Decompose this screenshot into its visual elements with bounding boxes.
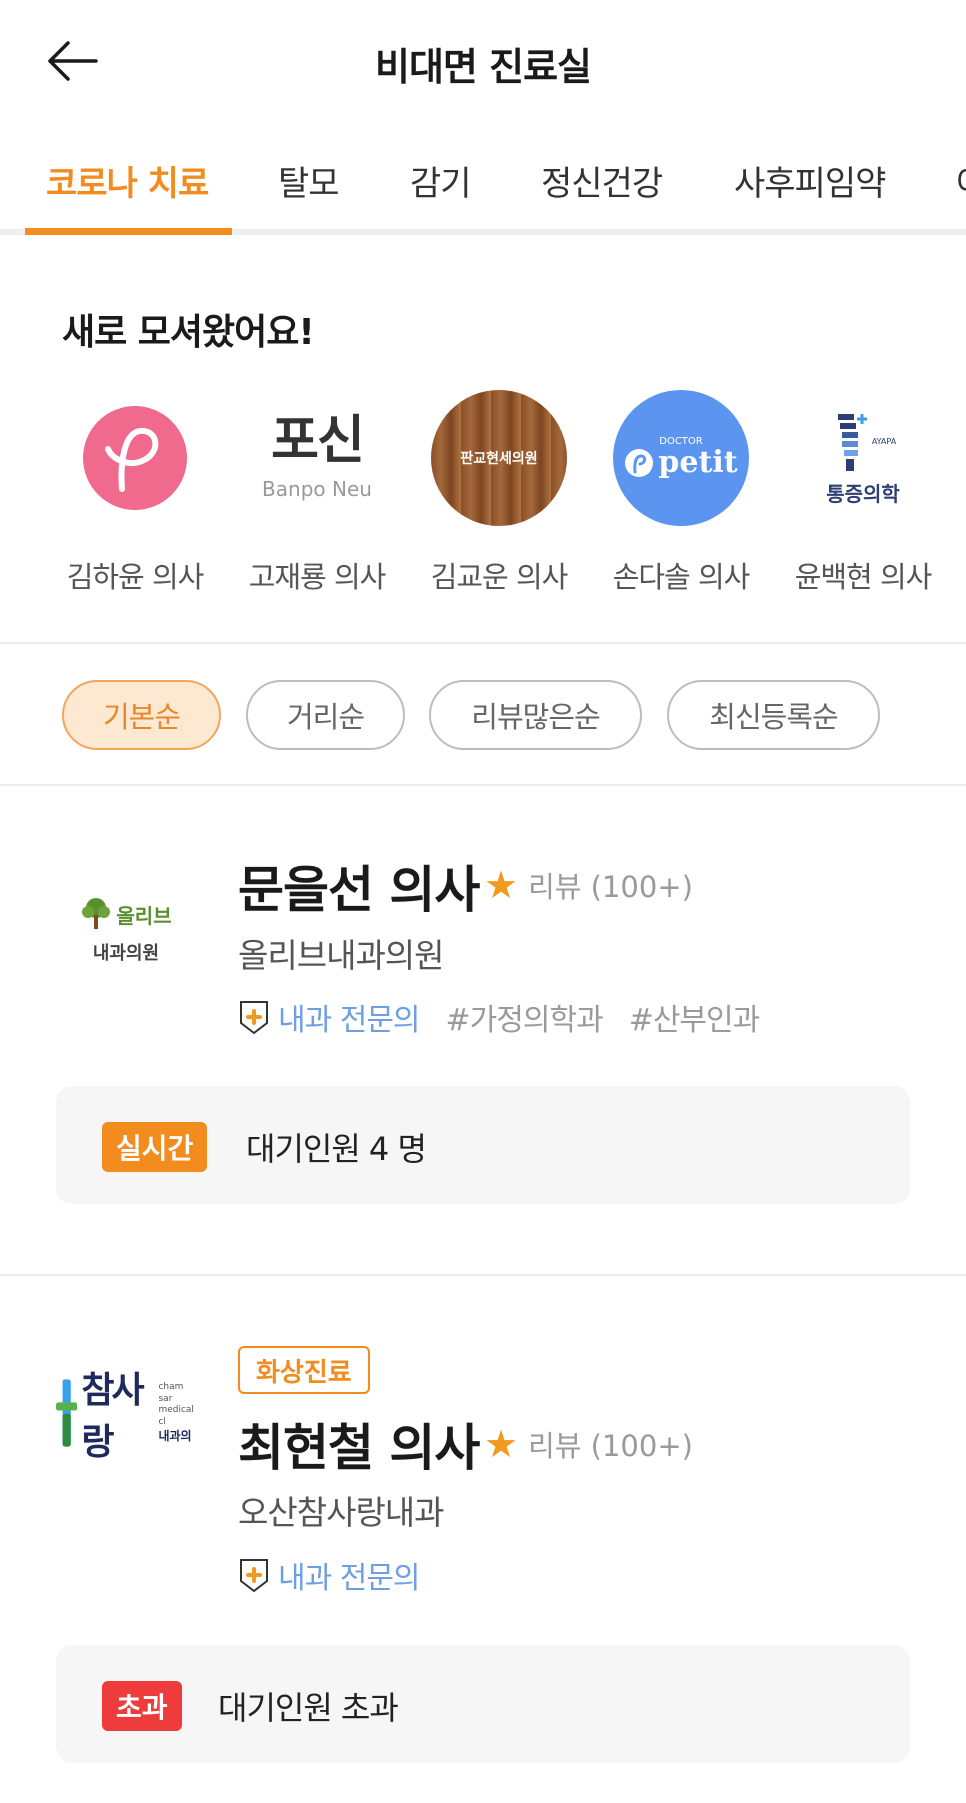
tab-covid[interactable]: 코로나 치료 bbox=[46, 156, 209, 205]
section-divider bbox=[0, 1274, 966, 1276]
specialist-badge-icon bbox=[240, 1559, 268, 1593]
doctor-avatar: AYAPA 통증의학 bbox=[795, 390, 931, 526]
doctor-avatar: DOCTOR petit bbox=[613, 390, 749, 526]
wait-count-text: 대기인원 초과 bbox=[218, 1689, 399, 1727]
active-tab-indicator bbox=[25, 228, 232, 235]
wait-count-text: 대기인원 4 명 bbox=[246, 1130, 427, 1168]
tab-after-pill[interactable]: 사후피임약 bbox=[734, 156, 886, 205]
review-count: 리뷰 (100+) bbox=[528, 1429, 693, 1463]
new-doctor-name: 김교운 의사 bbox=[430, 560, 569, 594]
clinic-logo-text: petit bbox=[658, 445, 738, 480]
clinic-logo-subtext: medical cl bbox=[158, 1405, 194, 1427]
sort-distance-chip[interactable]: 거리순 bbox=[246, 680, 405, 750]
tab-mental-health[interactable]: 정신건강 bbox=[541, 156, 663, 205]
new-doctor-item[interactable]: 김하윤 의사 bbox=[44, 390, 226, 596]
clinic-logo-text: 올리브 bbox=[116, 903, 172, 928]
clinic-name: 올리브내과의원 bbox=[238, 936, 445, 975]
new-doctor-item[interactable]: 판교현세의원 김교운 의사 bbox=[408, 390, 590, 596]
specialty-tags: 내과 전문의 bbox=[238, 1553, 421, 1597]
clinic-logo: 올리브 내과의원 bbox=[56, 876, 196, 986]
category-tabs: 코로나 치료 탈모 감기 정신건강 사후피임약 여 bbox=[0, 150, 966, 236]
star-icon: ★ bbox=[484, 863, 519, 907]
petit-p-icon bbox=[625, 448, 654, 477]
tree-icon bbox=[82, 898, 111, 929]
clinic-logo-text: 참사랑 bbox=[81, 1370, 144, 1463]
clinic-logo-subtext: 내과의원 bbox=[92, 943, 160, 964]
page-title: 비대면 진료실 bbox=[375, 45, 592, 89]
specialist-badge-icon bbox=[240, 1001, 268, 1035]
doctor-avatar bbox=[67, 390, 203, 526]
clinic-logo: 참사랑 cham sar medical cl 내과의 bbox=[56, 1358, 196, 1468]
tab-hair-loss[interactable]: 탈모 bbox=[278, 156, 340, 205]
review-count: 리뷰 (100+) bbox=[528, 870, 693, 904]
tab-more[interactable]: 여 bbox=[956, 156, 966, 205]
specialty-tags: 내과 전문의 #가정의학과 #산부인과 bbox=[238, 995, 761, 1039]
sort-default-chip[interactable]: 기본순 bbox=[62, 680, 221, 750]
clinic-name: 오산참사랑내과 bbox=[238, 1493, 445, 1532]
specialty-label: 내과 전문의 bbox=[278, 1561, 421, 1596]
tab-cold[interactable]: 감기 bbox=[410, 156, 472, 205]
review-summary[interactable]: ★ 리뷰 (100+) bbox=[484, 863, 693, 907]
clinic-logo-text: 판교현세의원 bbox=[460, 451, 538, 467]
wait-status-box: 초과 대기인원 초과 bbox=[56, 1645, 910, 1763]
header: 비대면 진료실 bbox=[0, 0, 966, 122]
hashtag: #산부인과 bbox=[628, 1003, 761, 1038]
new-doctors-carousel: 김하윤 의사 포신 Banpo Neu 고재룡 의사 판교현세의원 김교운 의사… bbox=[0, 390, 966, 600]
hashtag: #가정의학과 bbox=[445, 1003, 604, 1038]
new-doctor-name: 손다솔 의사 bbox=[612, 560, 751, 594]
sort-newest-chip[interactable]: 최신등록순 bbox=[667, 680, 880, 750]
doctor-name: 최현철 의사 bbox=[238, 1419, 480, 1477]
doctor-avatar: 판교현세의원 bbox=[431, 390, 567, 526]
section-divider bbox=[0, 784, 966, 786]
review-summary[interactable]: ★ 리뷰 (100+) bbox=[484, 1422, 693, 1466]
clinic-logo-text: 통증의학 bbox=[826, 481, 900, 506]
new-doctor-item[interactable]: 포신 Banpo Neu 고재룡 의사 bbox=[226, 390, 408, 596]
new-doctor-item[interactable]: AYAPA 통증의학 윤백현 의사 bbox=[772, 390, 954, 596]
sort-reviews-chip[interactable]: 리뷰많은순 bbox=[429, 680, 642, 750]
new-doctors-title: 새로 모셔왔어요! bbox=[62, 312, 315, 353]
doctor-avatar: 포신 Banpo Neu bbox=[249, 390, 385, 526]
section-divider bbox=[0, 642, 966, 644]
clinic-logo-subtext: Banpo Neu bbox=[262, 477, 372, 501]
cross-logo-icon bbox=[56, 1379, 78, 1447]
wait-status-box: 실시간 대기인원 4 명 bbox=[56, 1086, 910, 1204]
video-consult-badge: 화상진료 bbox=[238, 1346, 370, 1394]
new-doctor-name: 김하윤 의사 bbox=[66, 560, 205, 594]
doctor-name: 문을선 의사 bbox=[238, 861, 480, 919]
new-doctor-name: 고재룡 의사 bbox=[248, 560, 387, 594]
new-doctor-name: 윤백현 의사 bbox=[794, 560, 933, 594]
clinic-logo-subtext: 내과의 bbox=[158, 1428, 192, 1443]
exceeded-badge: 초과 bbox=[102, 1681, 182, 1731]
clinic-logo-subtext: cham sar bbox=[158, 1381, 184, 1404]
star-icon: ★ bbox=[484, 1422, 519, 1466]
spine-logo-icon bbox=[837, 413, 867, 471]
specialty-label: 내과 전문의 bbox=[278, 1003, 421, 1038]
new-doctor-item[interactable]: DOCTOR petit 손다솔 의사 bbox=[590, 390, 772, 596]
clinic-logo-subtext: AYAPA bbox=[871, 437, 897, 446]
clinic-logo-text: 포신 bbox=[271, 411, 365, 471]
realtime-badge: 실시간 bbox=[102, 1122, 208, 1172]
pink-p-logo-icon bbox=[83, 406, 187, 510]
